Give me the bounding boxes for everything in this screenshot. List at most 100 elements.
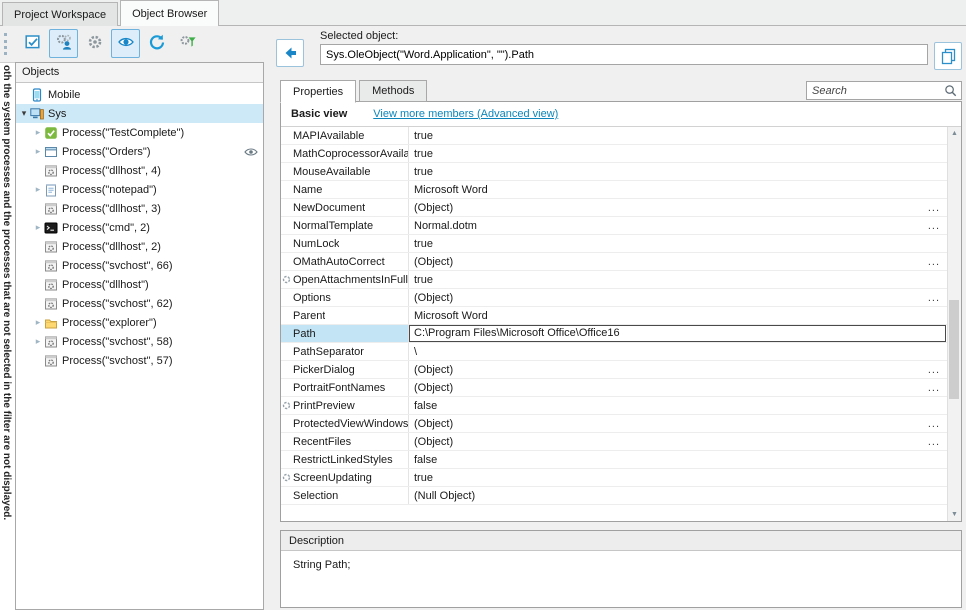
property-row[interactable]: MathCoprocessorAvaila true ... bbox=[281, 145, 947, 163]
property-name-cell: PortraitFontNames bbox=[281, 379, 409, 396]
expander-icon[interactable]: ▸ bbox=[32, 336, 44, 347]
highlight-on-screen-eye-icon bbox=[117, 33, 135, 54]
toolbar-button[interactable] bbox=[80, 29, 109, 58]
expander-icon[interactable]: ▸ bbox=[32, 146, 44, 157]
property-name-cell: OpenAttachmentsInFull bbox=[281, 271, 409, 288]
expander-icon[interactable]: ▸ bbox=[32, 127, 44, 138]
gearwin-icon bbox=[44, 259, 60, 273]
property-value: true bbox=[414, 274, 947, 286]
tree-item[interactable]: ▸ Process("notepad") bbox=[16, 180, 263, 199]
tree-item[interactable]: Process("svchost", 57) bbox=[16, 351, 263, 370]
toolbar-grip[interactable] bbox=[4, 33, 11, 55]
notepad-icon bbox=[44, 183, 60, 197]
property-row[interactable]: PathSeparator \ ... bbox=[281, 343, 947, 361]
tab-methods[interactable]: Methods bbox=[359, 80, 427, 102]
property-row[interactable]: NumLock true ... bbox=[281, 235, 947, 253]
gearwin-icon bbox=[44, 335, 60, 349]
tab-project-workspace[interactable]: Project Workspace bbox=[2, 2, 118, 26]
expander-icon[interactable]: ▸ bbox=[32, 222, 44, 233]
property-value-cell: (Object) ... bbox=[409, 199, 947, 216]
tree-item[interactable]: Process("dllhost") bbox=[16, 275, 263, 294]
property-row[interactable]: RestrictLinkedStyles false ... bbox=[281, 451, 947, 469]
scroll-down-icon[interactable] bbox=[948, 508, 961, 521]
property-row[interactable]: PortraitFontNames (Object) ... bbox=[281, 379, 947, 397]
visible-eye-icon[interactable] bbox=[244, 147, 258, 157]
property-value: C:\Program Files\Microsoft Office\Office… bbox=[409, 325, 946, 342]
property-name-cell: Selection bbox=[281, 487, 409, 504]
toolbar-button[interactable] bbox=[111, 29, 140, 58]
toolbar-button[interactable] bbox=[142, 29, 171, 58]
property-value: true bbox=[414, 238, 947, 250]
scrollbar-thumb[interactable] bbox=[949, 300, 959, 399]
property-name: PrintPreview bbox=[293, 400, 355, 412]
ellipsis-button[interactable]: ... bbox=[921, 364, 947, 376]
toolbar-button[interactable] bbox=[49, 29, 78, 58]
view-header: Basic view View more members (Advanced v… bbox=[281, 102, 961, 127]
scroll-up-icon[interactable] bbox=[948, 127, 961, 140]
ellipsis-button[interactable]: ... bbox=[921, 256, 947, 268]
tree-item[interactable]: ▸ Process("TestComplete") bbox=[16, 123, 263, 142]
tree-item[interactable]: ▾ Sys bbox=[16, 104, 263, 123]
property-value-cell: false ... bbox=[409, 397, 947, 414]
search-input[interactable] bbox=[807, 85, 944, 97]
ellipsis-button[interactable]: ... bbox=[921, 382, 947, 394]
tree-item[interactable]: Process("dllhost", 2) bbox=[16, 237, 263, 256]
objects-tree: Mobile ▾ Sys ▸ Pro bbox=[16, 83, 263, 609]
ellipsis-button[interactable]: ... bbox=[921, 202, 947, 214]
property-row[interactable]: Path C:\Program Files\Microsoft Office\O… bbox=[281, 325, 947, 343]
toolbar-button[interactable] bbox=[173, 29, 202, 58]
expander-icon[interactable]: ▾ bbox=[18, 108, 30, 119]
property-value: true bbox=[414, 166, 947, 178]
property-row[interactable]: ScreenUpdating true ... bbox=[281, 469, 947, 487]
tree-item-label: Process("svchost", 58) bbox=[62, 336, 173, 348]
ellipsis-button[interactable]: ... bbox=[921, 436, 947, 448]
tree-item[interactable]: ▸ Process("Orders") bbox=[16, 142, 263, 161]
expander-icon[interactable]: ▸ bbox=[32, 184, 44, 195]
property-name: Options bbox=[293, 292, 331, 304]
property-value-cell: (Object) ... bbox=[409, 379, 947, 396]
property-row[interactable]: PickerDialog (Object) ... bbox=[281, 361, 947, 379]
tree-item[interactable]: Process("svchost", 62) bbox=[16, 294, 263, 313]
property-row[interactable]: MouseAvailable true ... bbox=[281, 163, 947, 181]
property-row[interactable]: NewDocument (Object) ... bbox=[281, 199, 947, 217]
property-row[interactable]: Selection (Null Object) ... bbox=[281, 487, 947, 505]
search-icon[interactable] bbox=[944, 84, 957, 97]
tree-item[interactable]: Mobile bbox=[16, 85, 263, 104]
copy-button[interactable] bbox=[934, 42, 962, 70]
property-name-cell: ScreenUpdating bbox=[281, 469, 409, 486]
ellipsis-button[interactable]: ... bbox=[921, 292, 947, 304]
property-row[interactable]: OpenAttachmentsInFull true ... bbox=[281, 271, 947, 289]
tree-item[interactable]: ▸ Process("explorer") bbox=[16, 313, 263, 332]
tree-item[interactable]: Process("dllhost", 3) bbox=[16, 199, 263, 218]
tree-item[interactable]: Process("svchost", 66) bbox=[16, 256, 263, 275]
tab-object-browser[interactable]: Object Browser bbox=[120, 0, 219, 26]
tree-item-label: Process("TestComplete") bbox=[62, 127, 184, 139]
tree-item[interactable]: ▸ Process("cmd", 2) bbox=[16, 218, 263, 237]
property-row[interactable]: MAPIAvailable true ... bbox=[281, 127, 947, 145]
selected-object-field[interactable] bbox=[320, 44, 928, 65]
property-value-cell: Microsoft Word ... bbox=[409, 307, 947, 324]
property-name-cell: Parent bbox=[281, 307, 409, 324]
tree-item-label: Mobile bbox=[48, 89, 80, 101]
tree-item[interactable]: ▸ Process("svchost", 58) bbox=[16, 332, 263, 351]
advanced-view-link[interactable]: View more members (Advanced view) bbox=[373, 108, 558, 120]
tree-item-label: Process("explorer") bbox=[62, 317, 157, 329]
property-row[interactable]: Name Microsoft Word ... bbox=[281, 181, 947, 199]
property-name-cell: Options bbox=[281, 289, 409, 306]
expander-icon[interactable]: ▸ bbox=[32, 317, 44, 328]
tree-item[interactable]: Process("dllhost", 4) bbox=[16, 161, 263, 180]
property-row[interactable]: OMathAutoCorrect (Object) ... bbox=[281, 253, 947, 271]
property-row[interactable]: RecentFiles (Object) ... bbox=[281, 433, 947, 451]
vertical-scrollbar[interactable] bbox=[947, 127, 961, 521]
ellipsis-button[interactable]: ... bbox=[921, 220, 947, 232]
property-row[interactable]: ProtectedViewWindows (Object) ... bbox=[281, 415, 947, 433]
ellipsis-button[interactable]: ... bbox=[921, 418, 947, 430]
property-row[interactable]: Options (Object) ... bbox=[281, 289, 947, 307]
property-row[interactable]: NormalTemplate Normal.dotm ... bbox=[281, 217, 947, 235]
property-value-cell: \ ... bbox=[409, 343, 947, 360]
property-row[interactable]: Parent Microsoft Word ... bbox=[281, 307, 947, 325]
tab-properties[interactable]: Properties bbox=[280, 80, 356, 103]
property-row[interactable]: PrintPreview false ... bbox=[281, 397, 947, 415]
back-button[interactable] bbox=[276, 39, 304, 67]
toolbar-button[interactable] bbox=[18, 29, 47, 58]
